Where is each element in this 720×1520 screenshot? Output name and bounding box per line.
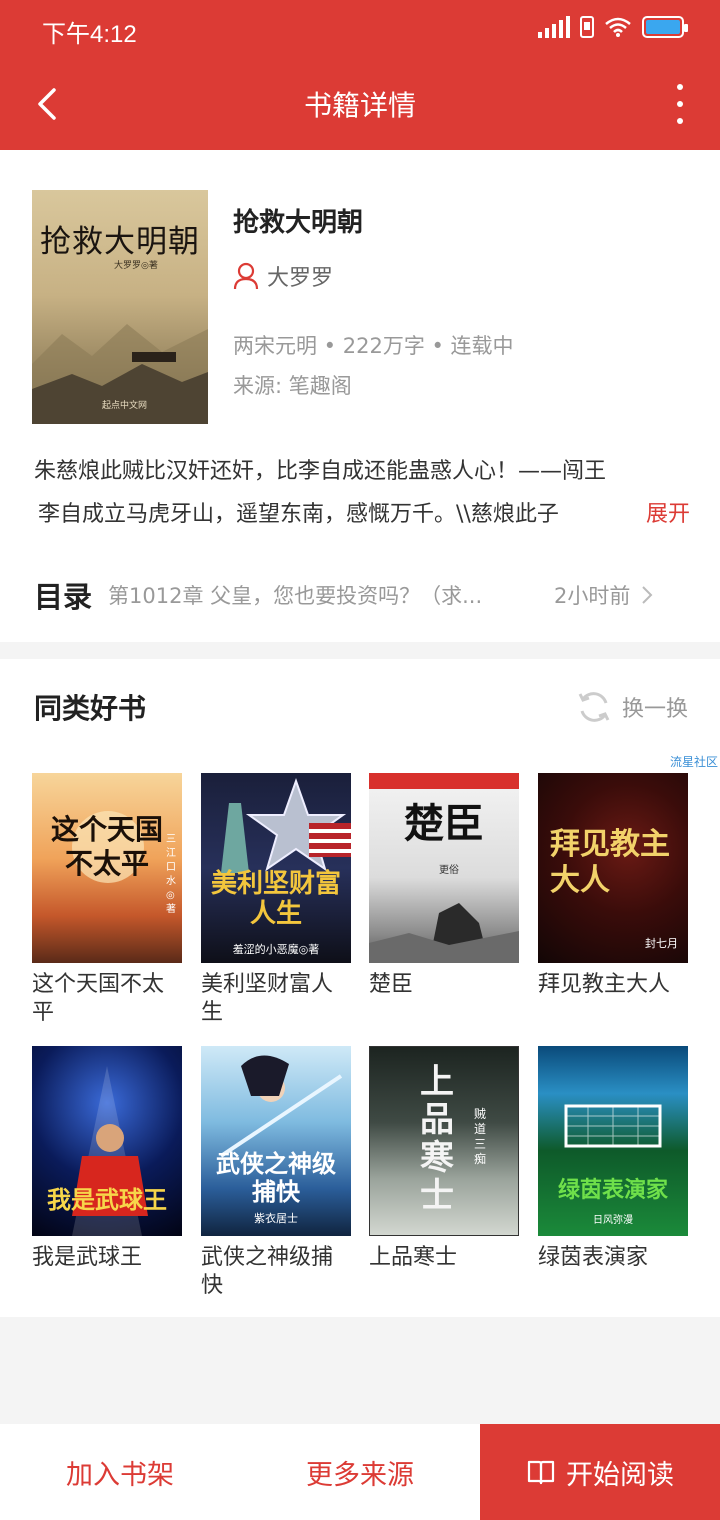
book-card-title: 拜见教主大人 bbox=[538, 972, 671, 997]
nav-bar: 书籍详情 bbox=[0, 60, 720, 150]
book-card-cover: 上品寒士 贼道三痴 bbox=[369, 1046, 519, 1236]
book-card-cover-author: 封七月 bbox=[645, 937, 678, 950]
book-card-cover-author: 更俗 bbox=[439, 865, 459, 876]
battery-icon bbox=[642, 16, 688, 38]
page-title: 书籍详情 bbox=[303, 89, 416, 122]
book-card-title: 上品寒士 bbox=[369, 1245, 458, 1270]
add-to-shelf-button[interactable]: 加入书架 bbox=[0, 1424, 240, 1520]
book-card-title: 美利坚财富人生 bbox=[201, 972, 334, 1025]
book-card[interactable]: 上品寒士 贼道三痴 上品寒士 bbox=[369, 1046, 519, 1272]
book-card-cover: 绿茵表演家 日风弥漫 bbox=[538, 1046, 688, 1236]
user-icon bbox=[233, 262, 259, 290]
book-author[interactable]: 大罗罗 bbox=[233, 260, 333, 292]
book-cover-title: 抢救大明朝 bbox=[40, 224, 200, 260]
book-cover-author: 大罗罗◎著 bbox=[114, 261, 158, 271]
wifi-icon bbox=[605, 17, 631, 37]
book-card-cover-title: 楚臣 bbox=[404, 800, 484, 847]
more-options-icon[interactable] bbox=[672, 84, 688, 124]
book-card-cover: 楚臣 更俗 bbox=[369, 773, 519, 963]
warrior-graphic bbox=[369, 903, 519, 963]
status-time: 下午4:12 bbox=[42, 21, 137, 48]
update-time: 2小时前 bbox=[554, 584, 631, 608]
book-card-title: 楚臣 bbox=[369, 972, 414, 997]
book-cover[interactable]: 抢救大明朝 大罗罗◎著 起点中文网 bbox=[32, 190, 208, 424]
book-card-title: 我是武球王 bbox=[32, 1245, 143, 1270]
book-card-cover: 我是武球王 bbox=[32, 1046, 182, 1236]
book-card-cover-title: 绿茵表演家 bbox=[557, 1177, 668, 1203]
book-info-section: 抢救大明朝 大罗罗◎著 起点中文网 抢救大明朝 大罗罗 两宋元明 • 222万字… bbox=[0, 150, 720, 642]
book-card[interactable]: 拜见教主大人 封七月 拜见教主大人 bbox=[538, 773, 688, 999]
start-reading-label: 开始阅读 bbox=[566, 1459, 674, 1491]
book-card[interactable]: 绿茵表演家 日风弥漫 绿茵表演家 bbox=[538, 1046, 688, 1272]
swordsman-graphic bbox=[219, 1055, 343, 1158]
book-card-cover-title: 武侠之神级捕快 bbox=[216, 1149, 336, 1206]
status-bar: 下午4:12 bbox=[0, 0, 720, 60]
book-card[interactable]: 这个天国不太平 三江口水◎著 这个天国不太平 bbox=[32, 773, 182, 1027]
book-card-cover-author: 三江口水◎著 bbox=[166, 834, 176, 915]
book-description: 朱慈烺此贼比汉奸还奸，比李自成还能蛊惑人心！——闯王 李自成立马虎牙山，遥望东南… bbox=[34, 450, 690, 536]
app-bar: 下午4:12 书籍详情 bbox=[0, 0, 720, 150]
expand-button[interactable]: 展开 bbox=[627, 493, 690, 536]
book-card-title: 这个天国不太平 bbox=[32, 972, 165, 1025]
book-card-cover: 美利坚财富人生 羞涩的小恶魔◎著 bbox=[201, 773, 351, 963]
similar-books-section: 同类好书 换一换 流星社区 这个天国不太平 三江口水◎著 这个天国不太平 美利坚… bbox=[0, 659, 720, 1317]
toc-label: 目录 bbox=[34, 580, 93, 614]
book-card-cover: 这个天国不太平 三江口水◎著 bbox=[32, 773, 182, 963]
bottom-action-bar: 加入书架 更多来源 开始阅读 bbox=[0, 1424, 720, 1520]
description-line: 朱慈烺此贼比汉奸还奸，比李自成还能蛊惑人心！——闯王 bbox=[34, 459, 607, 484]
refresh-label: 换一换 bbox=[621, 697, 688, 722]
book-source: 来源: 笔趣阁 bbox=[233, 374, 352, 398]
author-name: 大罗罗 bbox=[267, 266, 334, 291]
book-card[interactable]: 美利坚财富人生 羞涩的小恶魔◎著 美利坚财富人生 bbox=[201, 773, 351, 1027]
chevron-right-icon bbox=[642, 586, 653, 604]
book-card-cover-title: 这个天国不太平 bbox=[50, 813, 163, 880]
book-card-title: 绿茵表演家 bbox=[538, 1245, 649, 1270]
book-card-cover-author: 紫衣居士 bbox=[254, 1212, 298, 1225]
latest-chapter: 第1012章 父皇，您也要投资吗？（求... bbox=[108, 584, 483, 608]
book-card-cover-title: 拜见教主大人 bbox=[550, 827, 670, 898]
book-card[interactable]: 楚臣 更俗 楚臣 bbox=[369, 773, 519, 999]
refresh-button[interactable]: 换一换 bbox=[576, 689, 688, 725]
table-of-contents-row[interactable]: 目录 第1012章 父皇，您也要投资吗？（求... 2小时前 bbox=[34, 570, 688, 620]
status-icons bbox=[538, 16, 688, 38]
book-card-cover: 拜见教主大人 封七月 bbox=[538, 773, 688, 963]
description-line: 李自成立马虎牙山，遥望东南，感慨万千。\\慈烺此子 bbox=[38, 502, 559, 527]
book-card-title: 武侠之神级捕快 bbox=[201, 1245, 334, 1298]
refresh-icon bbox=[578, 692, 610, 722]
book-card-cover-title: 上品寒士 bbox=[420, 1062, 454, 1216]
signal-icon bbox=[538, 16, 570, 38]
start-reading-button[interactable]: 开始阅读 bbox=[480, 1424, 720, 1520]
book-card-cover-author: 日风弥漫 bbox=[593, 1215, 633, 1226]
similar-heading: 同类好书 bbox=[34, 692, 147, 725]
book-icon bbox=[527, 1460, 555, 1485]
watermark: 流星社区 bbox=[669, 755, 718, 769]
book-card-cover: 武侠之神级捕快 紫衣居士 bbox=[201, 1046, 351, 1236]
book-meta: 两宋元明 • 222万字 • 连载中 bbox=[233, 334, 514, 358]
more-sources-button[interactable]: 更多来源 bbox=[240, 1424, 480, 1520]
book-title: 抢救大明朝 bbox=[233, 208, 364, 238]
book-card[interactable]: 我是武球王 我是武球王 bbox=[32, 1046, 182, 1272]
book-card-cover-title: 我是武球王 bbox=[47, 1185, 167, 1214]
book-card-cover-author: 贼道三痴 bbox=[474, 1107, 487, 1166]
book-card[interactable]: 武侠之神级捕快 紫衣居士 武侠之神级捕快 bbox=[201, 1046, 351, 1300]
book-card-cover-title: 美利坚财富人生 bbox=[210, 869, 341, 929]
book-cover-brand: 起点中文网 bbox=[102, 401, 148, 411]
sim-icon bbox=[580, 16, 594, 38]
book-card-cover-author: 羞涩的小恶魔◎著 bbox=[232, 943, 320, 956]
